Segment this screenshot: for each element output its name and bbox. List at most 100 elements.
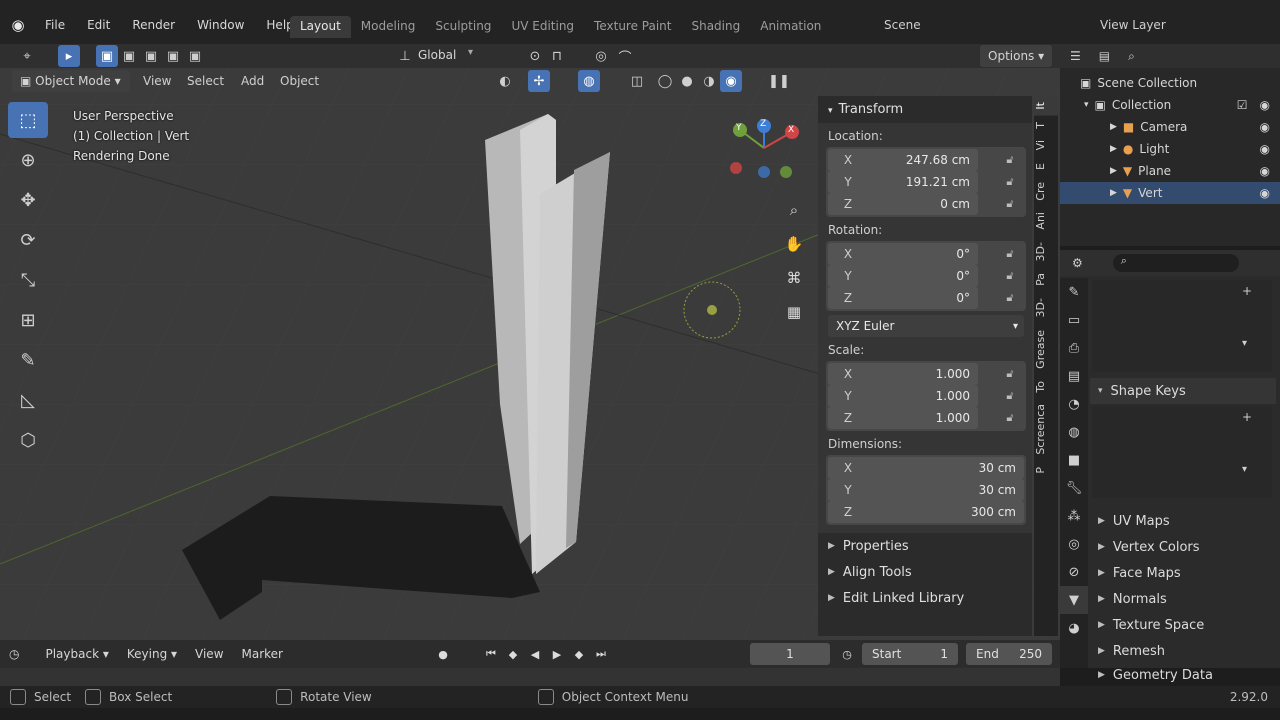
navigation-gizmo[interactable]: Y Z X <box>730 118 800 182</box>
align-tools-section[interactable]: ▶ Align Tools <box>818 559 1032 585</box>
eye-icon[interactable]: ◉ <box>1260 164 1270 178</box>
lock-icon[interactable]: 🔓︎ <box>1000 153 1020 167</box>
lock-icon[interactable]: 🔓︎ <box>1000 389 1020 403</box>
modifier-tab-icon[interactable]: 🔧︎ <box>1060 474 1088 502</box>
physics-tab-icon[interactable]: ◎ <box>1060 530 1088 558</box>
tab-view[interactable]: Vi <box>1034 134 1058 156</box>
tab-texture-paint[interactable]: Texture Paint <box>584 16 681 38</box>
tab-to[interactable]: To <box>1034 375 1058 399</box>
timeline-scrubber[interactable] <box>0 668 1060 686</box>
clock-icon[interactable]: ◷ <box>836 643 858 665</box>
properties-section[interactable]: ▶ Properties <box>818 533 1032 559</box>
menu-window[interactable]: Window <box>186 18 255 32</box>
uv-maps-section[interactable]: ▶ UV Maps <box>1090 508 1276 534</box>
tab-3d-b[interactable]: 3D- <box>1034 292 1058 323</box>
mode-selector[interactable]: ▣ Object Mode ▾ <box>12 70 130 92</box>
outliner-item-camera[interactable]: ▶ ■ Camera ◉ <box>1060 116 1280 138</box>
rotation-mode-dropdown[interactable]: XYZ Euler ▾ <box>828 315 1024 337</box>
world-tab-icon[interactable]: ◍ <box>1060 418 1088 446</box>
view-layer-tab-icon[interactable]: ▤ <box>1060 362 1088 390</box>
tab-animation[interactable]: Ani <box>1034 206 1058 236</box>
shape-keys-list[interactable]: + ▾ <box>1092 406 1272 498</box>
select-mode-subtract-icon[interactable]: ▣ <box>140 45 162 67</box>
perspective-grid-icon[interactable]: ▦ <box>780 298 808 326</box>
dimensions-z-field[interactable]: Z 300 cm <box>828 501 1024 523</box>
tab-shading[interactable]: Shading <box>681 16 750 38</box>
xray-icon[interactable]: ◫ <box>626 70 648 92</box>
data-tab-icon[interactable]: ▼ <box>1060 586 1088 614</box>
collection-row[interactable]: ▾ ▣ Collection ☑ ◉ <box>1060 94 1280 116</box>
menu-marker[interactable]: Marker <box>233 647 292 661</box>
menu-select[interactable]: Select <box>187 74 224 88</box>
menu-add[interactable]: Add <box>241 74 264 88</box>
blender-logo-icon[interactable]: ◉ <box>8 16 28 34</box>
rotation-x-field[interactable]: X 0° <box>828 243 978 265</box>
location-z-field[interactable]: Z 0 cm <box>828 193 978 215</box>
checkbox-icon[interactable]: ☑ <box>1237 98 1248 112</box>
pivot-point-icon[interactable]: ⊙ <box>524 45 546 67</box>
material-tab-icon[interactable]: ◕ <box>1060 614 1088 642</box>
current-frame-field[interactable]: 1 <box>750 643 830 665</box>
tab-sculpting[interactable]: Sculpting <box>425 16 501 38</box>
scale-tool-icon[interactable]: ⤡ <box>8 262 48 298</box>
select-box-tool-icon[interactable]: ⬚ <box>8 102 48 138</box>
location-x-field[interactable]: X 247.68 cm <box>828 149 978 171</box>
properties-search[interactable]: ⌕ <box>1112 254 1239 272</box>
eye-icon[interactable]: ◉ <box>1260 186 1270 200</box>
gizmo-toggle-icon[interactable]: ✢ <box>528 70 550 92</box>
menu-view[interactable]: View <box>143 74 171 88</box>
annotate-tool-icon[interactable]: ✎ <box>8 342 48 378</box>
play-reverse-icon[interactable]: ◀ <box>524 643 546 665</box>
menu-keying[interactable]: Keying ▾ <box>118 647 186 661</box>
snap-icon[interactable]: ⊓ <box>546 45 568 67</box>
overlay-toggle-icon[interactable]: ◍ <box>578 70 600 92</box>
lock-icon[interactable]: 🔓︎ <box>1000 197 1020 211</box>
record-icon[interactable]: ● <box>432 643 454 665</box>
shading-material-icon[interactable]: ◑ <box>698 70 720 92</box>
tab-create[interactable]: Cre <box>1034 176 1058 207</box>
tab-layout[interactable]: Layout <box>290 16 351 38</box>
measure-tool-icon[interactable]: ◺ <box>8 382 48 418</box>
visibility-icon[interactable]: ◐ <box>494 70 516 92</box>
output-tab-icon[interactable]: ⎙ <box>1060 334 1088 362</box>
display-mode-icon[interactable]: ▤ <box>1099 49 1110 63</box>
outliner-item-plane[interactable]: ▶ ▼ Plane ◉ <box>1060 160 1280 182</box>
shape-keys-section[interactable]: ▾ Shape Keys <box>1090 378 1276 404</box>
remesh-section[interactable]: ▶ Remesh <box>1090 638 1276 664</box>
rotate-tool-icon[interactable]: ⟳ <box>8 222 48 258</box>
edit-linked-library-section[interactable]: ▶ Edit Linked Library <box>818 585 1032 611</box>
lock-icon[interactable]: 🔓︎ <box>1000 175 1020 189</box>
chevron-down-icon[interactable]: ▾ <box>1242 464 1247 475</box>
normals-section[interactable]: ▶ Normals <box>1090 586 1276 612</box>
search-icon[interactable]: ⌕ <box>1128 49 1135 64</box>
tool-tab-icon[interactable]: ✎ <box>1060 278 1088 306</box>
vertex-colors-section[interactable]: ▶ Vertex Colors <box>1090 534 1276 560</box>
menu-object[interactable]: Object <box>280 74 319 88</box>
falloff-icon[interactable]: ⌒ <box>614 45 636 67</box>
texture-space-section[interactable]: ▶ Texture Space <box>1090 612 1276 638</box>
jump-keyframe-back-icon[interactable]: ◆ <box>502 643 524 665</box>
outliner-item-light[interactable]: ▶ ● Light ◉ <box>1060 138 1280 160</box>
add-icon[interactable]: + <box>1242 284 1252 298</box>
lock-icon[interactable]: 🔓︎ <box>1000 269 1020 283</box>
lock-icon[interactable]: 🔓︎ <box>1000 247 1020 261</box>
eye-icon[interactable]: ◉ <box>1260 142 1270 156</box>
pause-render-icon[interactable]: ❚❚ <box>768 70 790 92</box>
menu-timeline-view[interactable]: View <box>186 647 232 661</box>
lock-icon[interactable]: 🔓︎ <box>1000 291 1020 305</box>
shading-solid-icon[interactable]: ● <box>676 70 698 92</box>
tab-uv-editing[interactable]: UV Editing <box>501 16 584 38</box>
tab-modeling[interactable]: Modeling <box>351 16 426 38</box>
dimensions-x-field[interactable]: X 30 cm <box>828 457 1024 479</box>
eye-icon[interactable]: ◉ <box>1260 98 1270 112</box>
transform-orientation-icon[interactable]: ⊥ <box>394 45 416 67</box>
tab-animation[interactable]: Animation <box>750 16 831 38</box>
lock-icon[interactable]: 🔓︎ <box>1000 367 1020 381</box>
options-dropdown[interactable]: Options ▾ <box>980 45 1053 67</box>
view-layer-selector[interactable]: View Layer <box>1082 15 1278 37</box>
menu-render[interactable]: Render <box>121 18 186 32</box>
scene-tab-icon[interactable]: ◔ <box>1060 390 1088 418</box>
pan-hand-icon[interactable]: ✋ <box>780 230 808 258</box>
start-frame-field[interactable]: Start 1 <box>862 643 958 665</box>
select-mode-invert-icon[interactable]: ▣ <box>162 45 184 67</box>
